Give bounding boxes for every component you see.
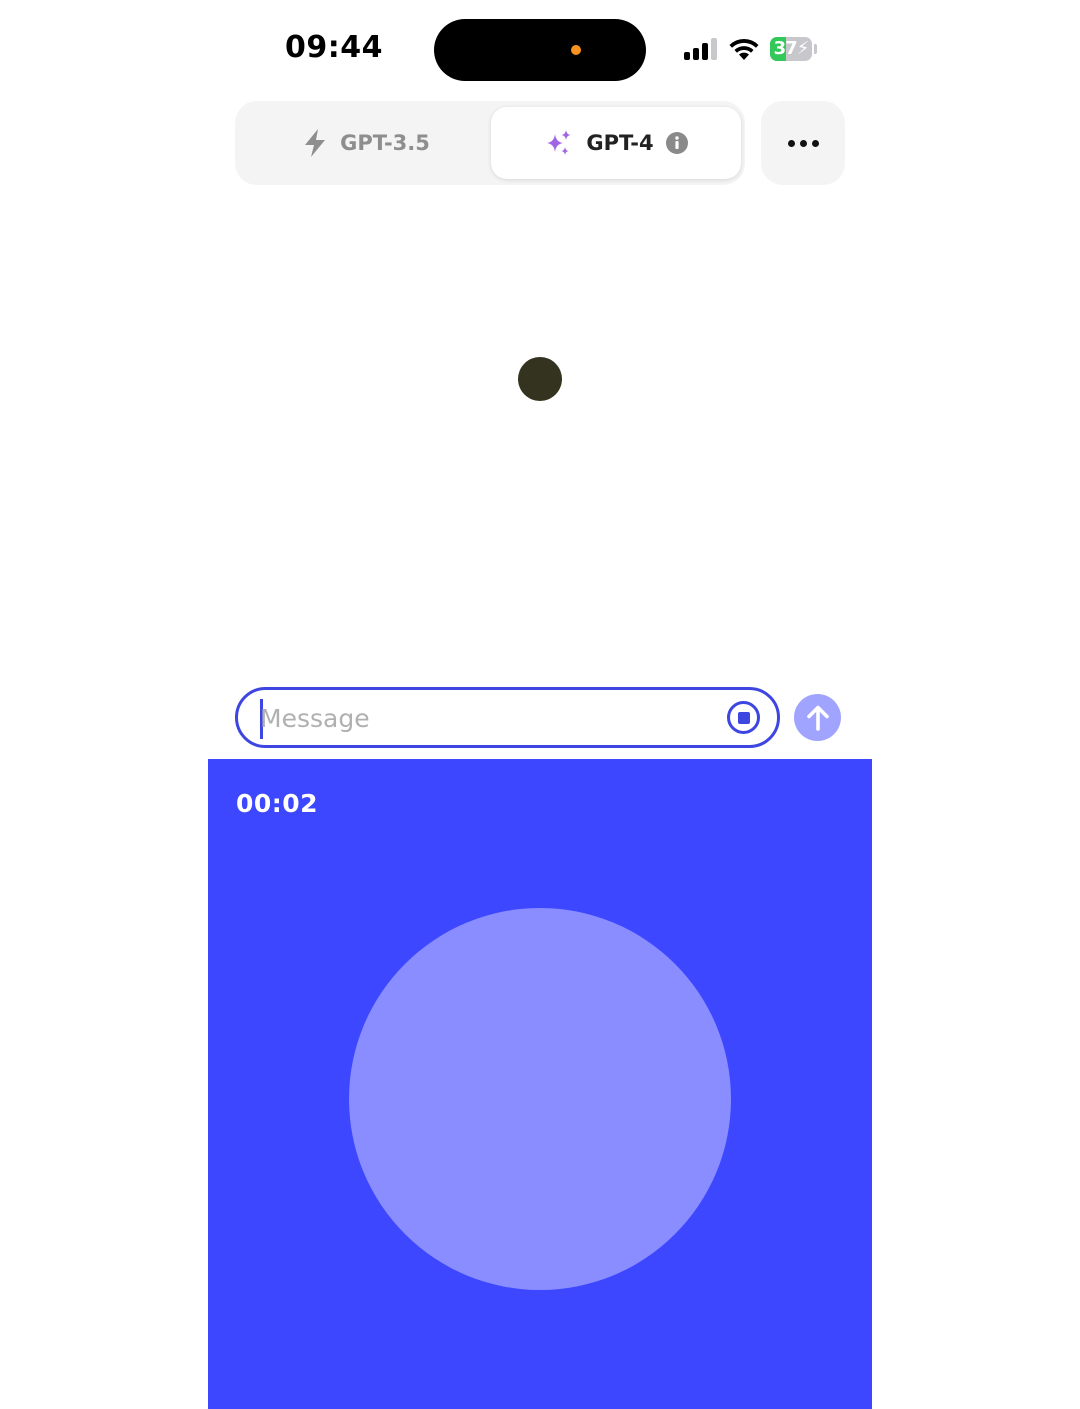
stop-recording-button[interactable] — [727, 701, 760, 734]
voice-recording-panel: 00:02 — [208, 759, 872, 1409]
status-time: 09:44 — [285, 30, 383, 65]
recording-indicator-icon — [571, 45, 581, 55]
voice-visualizer-orb[interactable] — [349, 908, 731, 1290]
ellipsis-icon — [787, 139, 795, 147]
message-input[interactable] — [260, 696, 700, 740]
model-selector: GPT-3.5 GPT-4 — [235, 101, 745, 185]
lightning-bolt-icon — [305, 129, 326, 157]
more-options-button[interactable] — [761, 101, 845, 185]
wifi-icon — [729, 38, 759, 60]
send-arrow-icon — [806, 705, 829, 731]
tab-label: GPT-3.5 — [340, 131, 430, 155]
tab-gpt-4[interactable]: GPT-4 — [491, 107, 741, 179]
battery-cap — [814, 44, 817, 54]
tab-gpt-3-5[interactable]: GPT-3.5 — [241, 107, 491, 179]
tab-label: GPT-4 — [586, 131, 654, 155]
dynamic-island — [434, 19, 646, 81]
battery-charging-icon: 37⚡ — [770, 37, 812, 61]
battery-level: 37⚡ — [773, 38, 810, 59]
info-icon[interactable] — [665, 132, 688, 154]
message-composer — [235, 687, 780, 748]
stop-recording-icon — [737, 711, 750, 724]
recording-timer: 00:02 — [236, 789, 319, 818]
send-button[interactable] — [794, 694, 841, 741]
sparkles-icon — [547, 130, 571, 155]
cellular-signal-icon — [684, 38, 718, 60]
loading-indicator — [518, 357, 562, 401]
